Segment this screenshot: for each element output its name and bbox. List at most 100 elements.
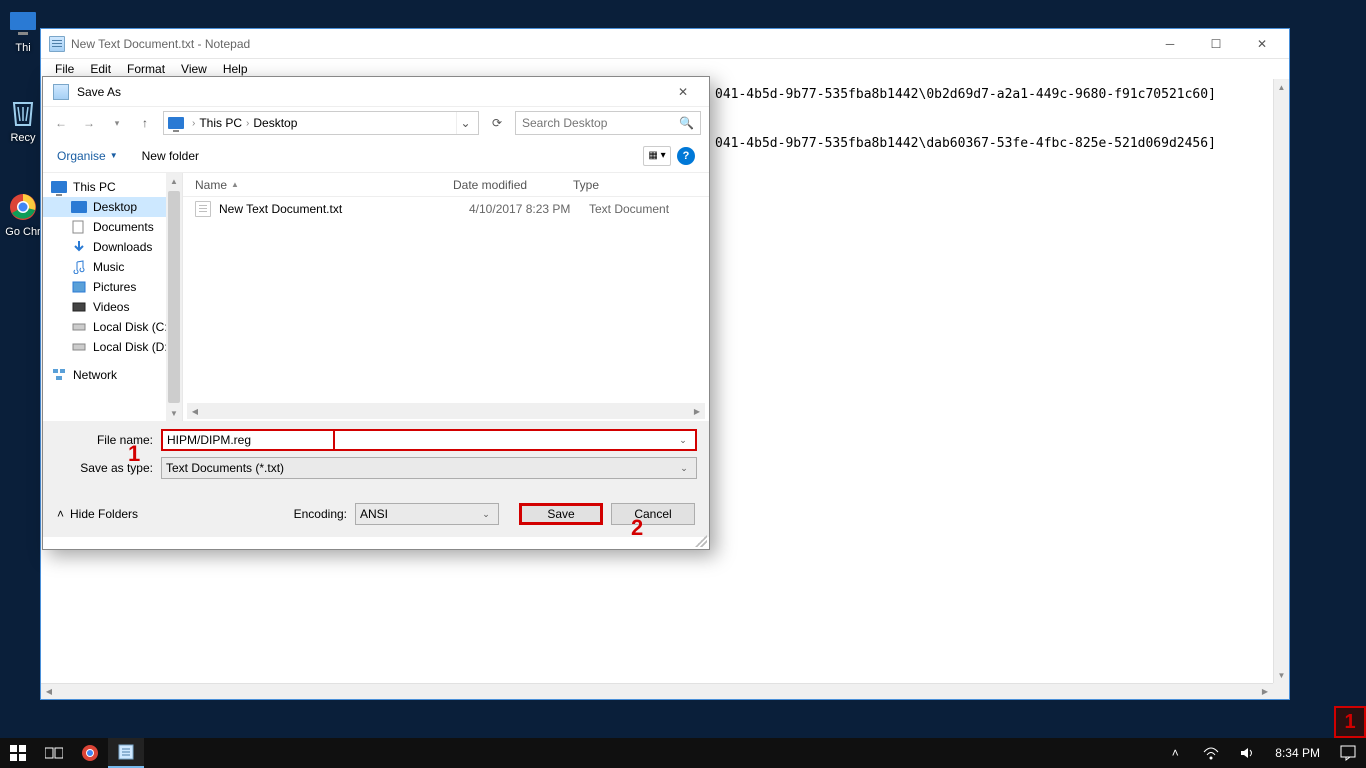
chevron-down-icon[interactable]: ⌄	[478, 509, 494, 520]
tree-thispc[interactable]: This PC	[43, 177, 182, 197]
scroll-up-icon[interactable]: ▲	[170, 173, 178, 189]
tree-documents[interactable]: Documents	[43, 217, 182, 237]
filename-label: File name:	[55, 433, 161, 447]
address-breadcrumb[interactable]: › This PC › Desktop ⌄	[163, 111, 479, 135]
chevron-down-icon[interactable]: ⌄	[676, 463, 692, 474]
documents-icon	[71, 221, 87, 233]
col-type[interactable]: Type	[573, 178, 673, 192]
scroll-left-icon[interactable]: ◀	[41, 687, 57, 696]
close-button[interactable]: ✕	[663, 78, 703, 106]
annotation-badge: 1	[1334, 706, 1366, 738]
menu-help[interactable]: Help	[215, 62, 256, 76]
scroll-up-icon[interactable]: ▲	[1274, 79, 1289, 95]
tree-network[interactable]: Network	[43, 365, 182, 385]
disk-icon	[71, 321, 87, 333]
network-icon	[51, 369, 67, 381]
videos-icon	[71, 301, 87, 313]
save-button[interactable]: Save	[519, 503, 603, 525]
notepad-icon	[53, 84, 69, 100]
horizontal-scrollbar[interactable]: ◀ ▶	[41, 683, 1273, 699]
desktop-icon	[71, 201, 87, 213]
close-button[interactable]: ✕	[1239, 30, 1285, 58]
list-horizontal-scrollbar[interactable]: ◀ ▶	[187, 403, 705, 419]
minimize-button[interactable]: ─	[1147, 30, 1193, 58]
search-box[interactable]: 🔍	[515, 111, 701, 135]
saveas-titlebar[interactable]: Save As ✕	[43, 77, 709, 107]
file-date: 4/10/2017 8:23 PM	[469, 202, 589, 216]
desktop-icon-thispc[interactable]: Thi	[4, 6, 42, 54]
desktop-icon-label: Go Chr	[4, 226, 42, 238]
tray-volume-icon[interactable]	[1229, 738, 1265, 768]
scroll-down-icon[interactable]: ▼	[1274, 667, 1289, 683]
desktop-icon-chrome[interactable]: Go Chr	[4, 190, 42, 238]
notepad-titlebar[interactable]: New Text Document.txt - Notepad ─ ☐ ✕	[41, 29, 1289, 59]
tray-chevron-up-icon[interactable]: ˄	[1157, 738, 1193, 768]
taskbar-clock[interactable]: 8:34 PM	[1265, 746, 1330, 760]
tree-pictures[interactable]: Pictures	[43, 277, 182, 297]
chevron-down-icon: ▼	[110, 151, 118, 160]
desktop-icon-label: Recy	[4, 132, 42, 144]
col-name[interactable]: Name▲	[195, 178, 453, 192]
savetype-value: Text Documents (*.txt)	[166, 461, 676, 475]
tree-local-disk-c[interactable]: Local Disk (C:)	[43, 317, 182, 337]
filename-input[interactable]: ⌄	[161, 429, 697, 451]
tray-wifi-icon[interactable]	[1193, 738, 1229, 768]
chevron-right-icon[interactable]: ›	[242, 118, 253, 129]
text-file-icon	[195, 201, 211, 217]
menu-view[interactable]: View	[173, 62, 215, 76]
maximize-button[interactable]: ☐	[1193, 30, 1239, 58]
tree-scrollbar[interactable]: ▲ ▼	[166, 173, 182, 421]
resize-grip[interactable]	[695, 535, 707, 547]
action-center-icon[interactable]	[1330, 738, 1366, 768]
help-button[interactable]: ?	[677, 147, 695, 165]
scroll-down-icon[interactable]: ▼	[170, 405, 178, 421]
tree-videos[interactable]: Videos	[43, 297, 182, 317]
tree-downloads[interactable]: Downloads	[43, 237, 182, 257]
file-name: New Text Document.txt	[219, 202, 469, 216]
nav-forward-button[interactable]: →	[79, 113, 99, 133]
scroll-right-icon[interactable]: ▶	[689, 407, 705, 416]
nav-up-button[interactable]: ↑	[135, 113, 155, 133]
scroll-right-icon[interactable]: ▶	[1257, 687, 1273, 696]
music-icon	[71, 261, 87, 273]
chevron-down-icon[interactable]: ⌄	[675, 435, 691, 446]
saveas-toolbar: Organise▼ New folder ▦ ▾ ?	[43, 139, 709, 173]
scroll-corner	[1273, 683, 1289, 699]
nav-back-button[interactable]: ←	[51, 113, 71, 133]
encoding-dropdown[interactable]: ANSI⌄	[355, 503, 499, 525]
tree-desktop[interactable]: Desktop	[43, 197, 182, 217]
menu-format[interactable]: Format	[119, 62, 173, 76]
vertical-scrollbar[interactable]: ▲ ▼	[1273, 79, 1289, 683]
start-button[interactable]	[0, 738, 36, 768]
cancel-button[interactable]: Cancel	[611, 503, 695, 525]
new-folder-button[interactable]: New folder	[142, 149, 199, 163]
nav-recent-dropdown[interactable]: ▾	[107, 113, 127, 133]
organise-menu[interactable]: Organise▼	[57, 149, 118, 163]
task-view-button[interactable]	[36, 738, 72, 768]
list-item[interactable]: New Text Document.txt 4/10/2017 8:23 PM …	[183, 197, 709, 221]
hide-folders-button[interactable]: ˄Hide Folders	[57, 507, 138, 521]
col-date[interactable]: Date modified	[453, 178, 573, 192]
breadcrumb-root[interactable]: This PC	[199, 116, 242, 130]
refresh-button[interactable]: ⟳	[487, 113, 507, 133]
tree-music[interactable]: Music	[43, 257, 182, 277]
search-input[interactable]	[522, 116, 679, 130]
save-as-dialog: Save As ✕ ← → ▾ ↑ › This PC › Desktop ⌄ …	[42, 76, 710, 550]
view-mode-button[interactable]: ▦ ▾	[643, 146, 671, 166]
savetype-dropdown[interactable]: Text Documents (*.txt)⌄	[161, 457, 697, 479]
menu-file[interactable]: File	[47, 62, 82, 76]
desktop-icon-recycle[interactable]: Recy	[4, 96, 42, 144]
chevron-right-icon[interactable]: ›	[188, 118, 199, 129]
tree-local-disk-d[interactable]: Local Disk (D:)	[43, 337, 182, 357]
scrollbar-thumb[interactable]	[168, 191, 180, 403]
taskbar-notepad[interactable]	[108, 738, 144, 768]
scroll-left-icon[interactable]: ◀	[187, 407, 203, 416]
breadcrumb-dropdown[interactable]: ⌄	[456, 112, 474, 134]
downloads-icon	[71, 241, 87, 253]
breadcrumb-current[interactable]: Desktop	[253, 116, 297, 130]
pc-icon	[51, 181, 67, 193]
disk-icon	[71, 341, 87, 353]
taskbar-chrome[interactable]	[72, 738, 108, 768]
menu-edit[interactable]: Edit	[82, 62, 119, 76]
file-list: Name▲ Date modified Type New Text Docume…	[183, 173, 709, 421]
